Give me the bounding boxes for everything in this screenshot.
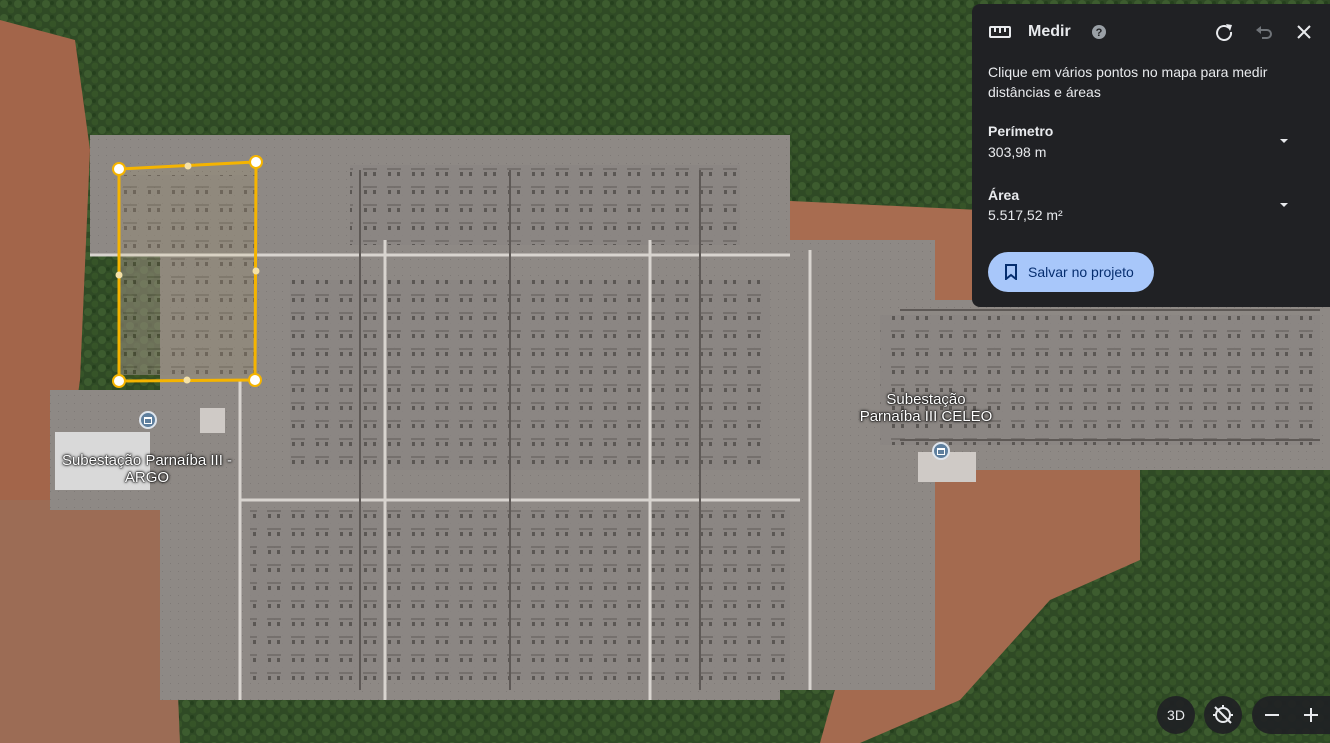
area-value: 5.517,52 m² — [988, 207, 1063, 223]
help-icon[interactable]: ? — [1090, 23, 1108, 41]
perimeter-label: Perímetro — [988, 123, 1054, 139]
area-label: Área — [988, 187, 1020, 203]
measure-panel: Medir ? Clique em vários pontos no mapa … — [972, 4, 1330, 307]
zoom-controls — [1252, 696, 1330, 734]
chevron-down-icon[interactable] — [1278, 134, 1290, 146]
compass-reset-button[interactable] — [1204, 696, 1242, 734]
save-to-project-button[interactable]: Salvar no projeto — [988, 252, 1154, 292]
svg-text:?: ? — [1096, 27, 1103, 39]
zoom-out-icon[interactable] — [1263, 706, 1281, 724]
place-label-celeo[interactable]: Subestação Parnaíba III CELEO — [858, 391, 994, 425]
measure-hint: Clique em vários pontos no mapa para med… — [988, 64, 1268, 100]
place-pin-icon[interactable] — [139, 411, 157, 429]
panel-header: Medir ? — [988, 20, 1314, 44]
redo-icon[interactable] — [1212, 20, 1236, 44]
zoom-in-icon[interactable] — [1302, 706, 1320, 724]
perimeter-value: 303,98 m — [988, 144, 1047, 160]
compass-reset-icon — [1212, 704, 1234, 726]
view-3d-label: 3D — [1167, 707, 1185, 723]
place-label-argo[interactable]: Subestação Parnaíba III - ARGO — [58, 452, 236, 486]
bookmark-icon — [1004, 264, 1018, 280]
ruler-icon — [988, 20, 1012, 44]
place-pin-icon[interactable] — [932, 442, 950, 460]
view-3d-button[interactable]: 3D — [1157, 696, 1195, 734]
panel-title: Medir — [1028, 23, 1071, 40]
close-icon[interactable] — [1292, 20, 1316, 44]
undo-icon[interactable] — [1252, 20, 1276, 44]
chevron-down-icon[interactable] — [1278, 198, 1290, 210]
save-button-label: Salvar no projeto — [1028, 264, 1134, 280]
